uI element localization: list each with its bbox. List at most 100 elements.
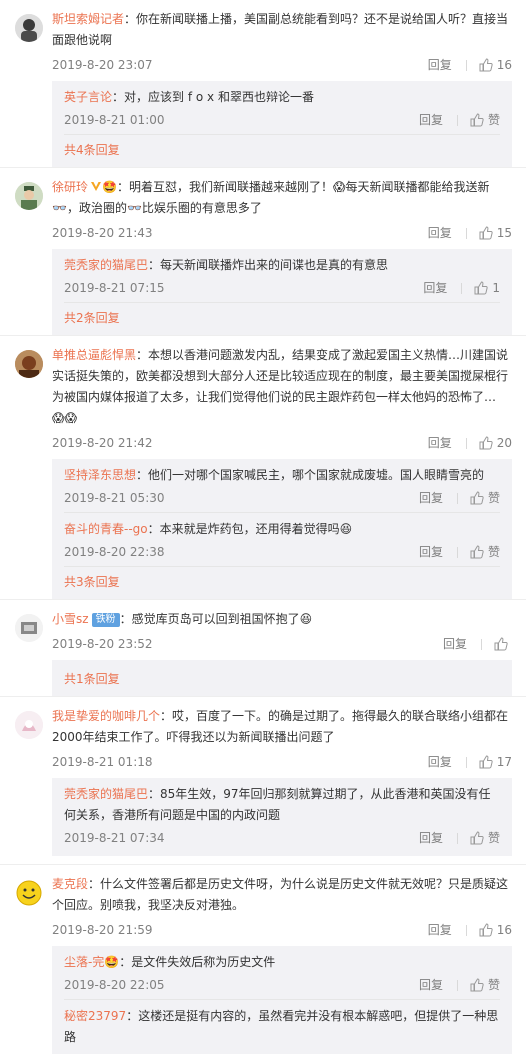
comment-text: 斯坦索姆记者：你在新闻联播上播，美国副总统能看到吗？还不是说给国人听？直接当面跟… [52, 9, 512, 51]
divider [465, 756, 467, 768]
divider [481, 638, 482, 650]
divider [456, 546, 458, 558]
reply-button[interactable]: 回复 [419, 828, 443, 848]
like-button[interactable]: 16 [479, 920, 512, 940]
comment-meta: 2019-8-20 21:43 回复 15 [52, 223, 512, 243]
username-link[interactable]: 坚持泽东思想 [64, 468, 136, 482]
username-link[interactable]: 单推总逼彪悍黑 [52, 348, 136, 362]
reply-body: ：本来就是炸药包，还用得着觉得吗 [147, 522, 340, 536]
thumbs-up-icon [494, 637, 508, 651]
reply-list: 共1条回复 [52, 660, 512, 696]
reply-button[interactable]: 回复 [428, 223, 452, 243]
reply-button[interactable]: 回复 [428, 752, 452, 772]
divider [461, 282, 463, 294]
like-button[interactable]: 赞 [470, 488, 500, 508]
reply-button[interactable]: 回复 [419, 975, 443, 995]
avatar[interactable] [15, 879, 43, 907]
comment-meta: 2019-8-21 01:18 回复 17 [52, 752, 512, 772]
like-count: 20 [496, 436, 512, 450]
avatar[interactable] [15, 614, 43, 642]
username-link[interactable]: 麦克段 [52, 877, 88, 891]
username-link[interactable]: 我是挚爱的咖啡几个 [52, 709, 160, 723]
reply-body: ：每天新闻联播炸出来的间谍也是真的有意思 [148, 258, 389, 272]
reply-item: 秘密23797：这楼还是挺有内容的，虽然看完并没有根本解惑吧，但提供了一种思路 [64, 999, 500, 1052]
thumbs-up-icon [470, 545, 484, 559]
like-button[interactable]: 赞 [470, 975, 500, 995]
reply-button[interactable]: 回复 [419, 488, 443, 508]
glasses-emoji-icon: 👓 [126, 201, 142, 215]
thumbs-up-icon [479, 226, 493, 240]
comment-body: ：什么文件签署后都是历史文件呀，为什么说是历史文件就无效呢？只是质疑这个回应。别… [52, 877, 509, 912]
username-link[interactable]: 小雪sz [52, 612, 89, 626]
username-link[interactable]: 奋斗的青春--go [64, 522, 148, 536]
divider [456, 979, 458, 991]
comment: 小雪sz 铁粉 ：感觉库页岛可以回到祖国怀抱了😆 2019-8-20 23:52 回… [0, 600, 526, 697]
comment-meta: 2019-8-20 23:52 回复 [52, 634, 512, 654]
username-link[interactable]: 莞秃家的猫尾巴 [64, 258, 148, 272]
reply-list: 莞秃家的猫尾巴：85年生效，97年回归那刻就算过期了，从此香港和英国没有任何关系… [52, 778, 512, 856]
reply-item: 奋斗的青春--go：本来就是炸药包，还用得着觉得吗😆 2019-8-20 22:… [64, 512, 500, 566]
reply-actions: 回复 赞 [419, 488, 500, 508]
avatar[interactable] [15, 182, 43, 210]
reply-button[interactable]: 回复 [443, 634, 467, 654]
thumbs-up-icon [479, 923, 493, 937]
timestamp: 2019-8-20 22:05 [64, 978, 165, 992]
like-count: 15 [496, 226, 512, 240]
comment-actions: 回复 15 [428, 223, 512, 243]
username-link[interactable]: 尘落-完 [64, 955, 104, 969]
like-button[interactable]: 1 [474, 278, 500, 298]
like-label: 赞 [487, 545, 500, 559]
timestamp: 2019-8-20 23:52 [52, 637, 153, 651]
username-link[interactable]: 斯坦索姆记者 [52, 12, 124, 26]
reply-meta: 2019-8-20 22:05 回复 赞 [64, 975, 500, 995]
like-button[interactable]: 16 [479, 55, 512, 75]
thumbs-up-icon [479, 58, 493, 72]
more-replies-link[interactable]: 共1条回复 [64, 664, 500, 694]
reply-meta: 2019-8-20 22:38 回复 赞 [64, 542, 500, 562]
like-button[interactable]: 赞 [470, 110, 500, 130]
thumbs-up-icon [479, 436, 493, 450]
comment: 斯坦索姆记者：你在新闻联播上播，美国副总统能看到吗？还不是说给国人听？直接当面跟… [0, 0, 526, 168]
like-button[interactable]: 赞 [470, 828, 500, 848]
username-link[interactable]: 英子言论 [64, 90, 112, 104]
reply-button[interactable]: 回复 [428, 55, 452, 75]
like-count: 16 [496, 923, 512, 937]
avatar[interactable] [15, 350, 43, 378]
crown-emoji-icon: 🤩 [104, 955, 120, 969]
fan-badge: 铁粉 [91, 613, 120, 627]
avatar[interactable] [15, 711, 43, 739]
timestamp: 2019-8-20 21:59 [52, 923, 153, 937]
username-link[interactable]: 秘密23797 [64, 1009, 126, 1023]
like-button[interactable]: 15 [479, 223, 512, 243]
more-replies-link[interactable]: 共4条回复 [64, 134, 500, 165]
like-button[interactable]: 20 [479, 433, 512, 453]
more-replies-link[interactable]: 共2条回复 [64, 302, 500, 333]
like-button[interactable]: 17 [479, 752, 512, 772]
reply-button[interactable]: 回复 [419, 110, 443, 130]
reply-button[interactable]: 回复 [428, 433, 452, 453]
reply-button[interactable]: 回复 [423, 278, 447, 298]
verified-v-icon [91, 182, 102, 191]
avatar[interactable] [15, 14, 43, 42]
reply-actions: 回复 赞 [419, 110, 500, 130]
grin-emoji-icon: 😆 [339, 522, 353, 536]
like-button[interactable] [494, 637, 512, 651]
reply-button[interactable]: 回复 [428, 920, 452, 940]
comment-meta: 2019-8-20 21:59 回复 16 [52, 920, 512, 940]
reply-meta: 2019-8-21 07:34 回复 赞 [64, 828, 500, 848]
timestamp: 2019-8-21 01:00 [64, 113, 165, 127]
scream-emoji-icon: 😱😱 [52, 411, 78, 425]
comment-actions: 回复 20 [428, 433, 512, 453]
reply-item: 坚持泽东思想：他们一对哪个国家喊民主，哪个国家就成废墟。国人眼睛雪亮的 2019… [64, 463, 500, 512]
like-count: 17 [496, 755, 512, 769]
like-button[interactable]: 赞 [470, 542, 500, 562]
like-count: 16 [496, 58, 512, 72]
more-replies-link[interactable]: 共3条回复 [64, 566, 500, 597]
username-link[interactable]: 莞秃家的猫尾巴 [64, 787, 148, 801]
reply-button[interactable]: 回复 [419, 542, 443, 562]
like-count: 1 [492, 281, 500, 295]
reply-body: ：是文件失效后称为历史文件 [119, 955, 276, 969]
username-link[interactable]: 徐研玲 [52, 180, 88, 194]
divider [465, 437, 467, 449]
timestamp: 2019-8-21 01:18 [52, 755, 153, 769]
